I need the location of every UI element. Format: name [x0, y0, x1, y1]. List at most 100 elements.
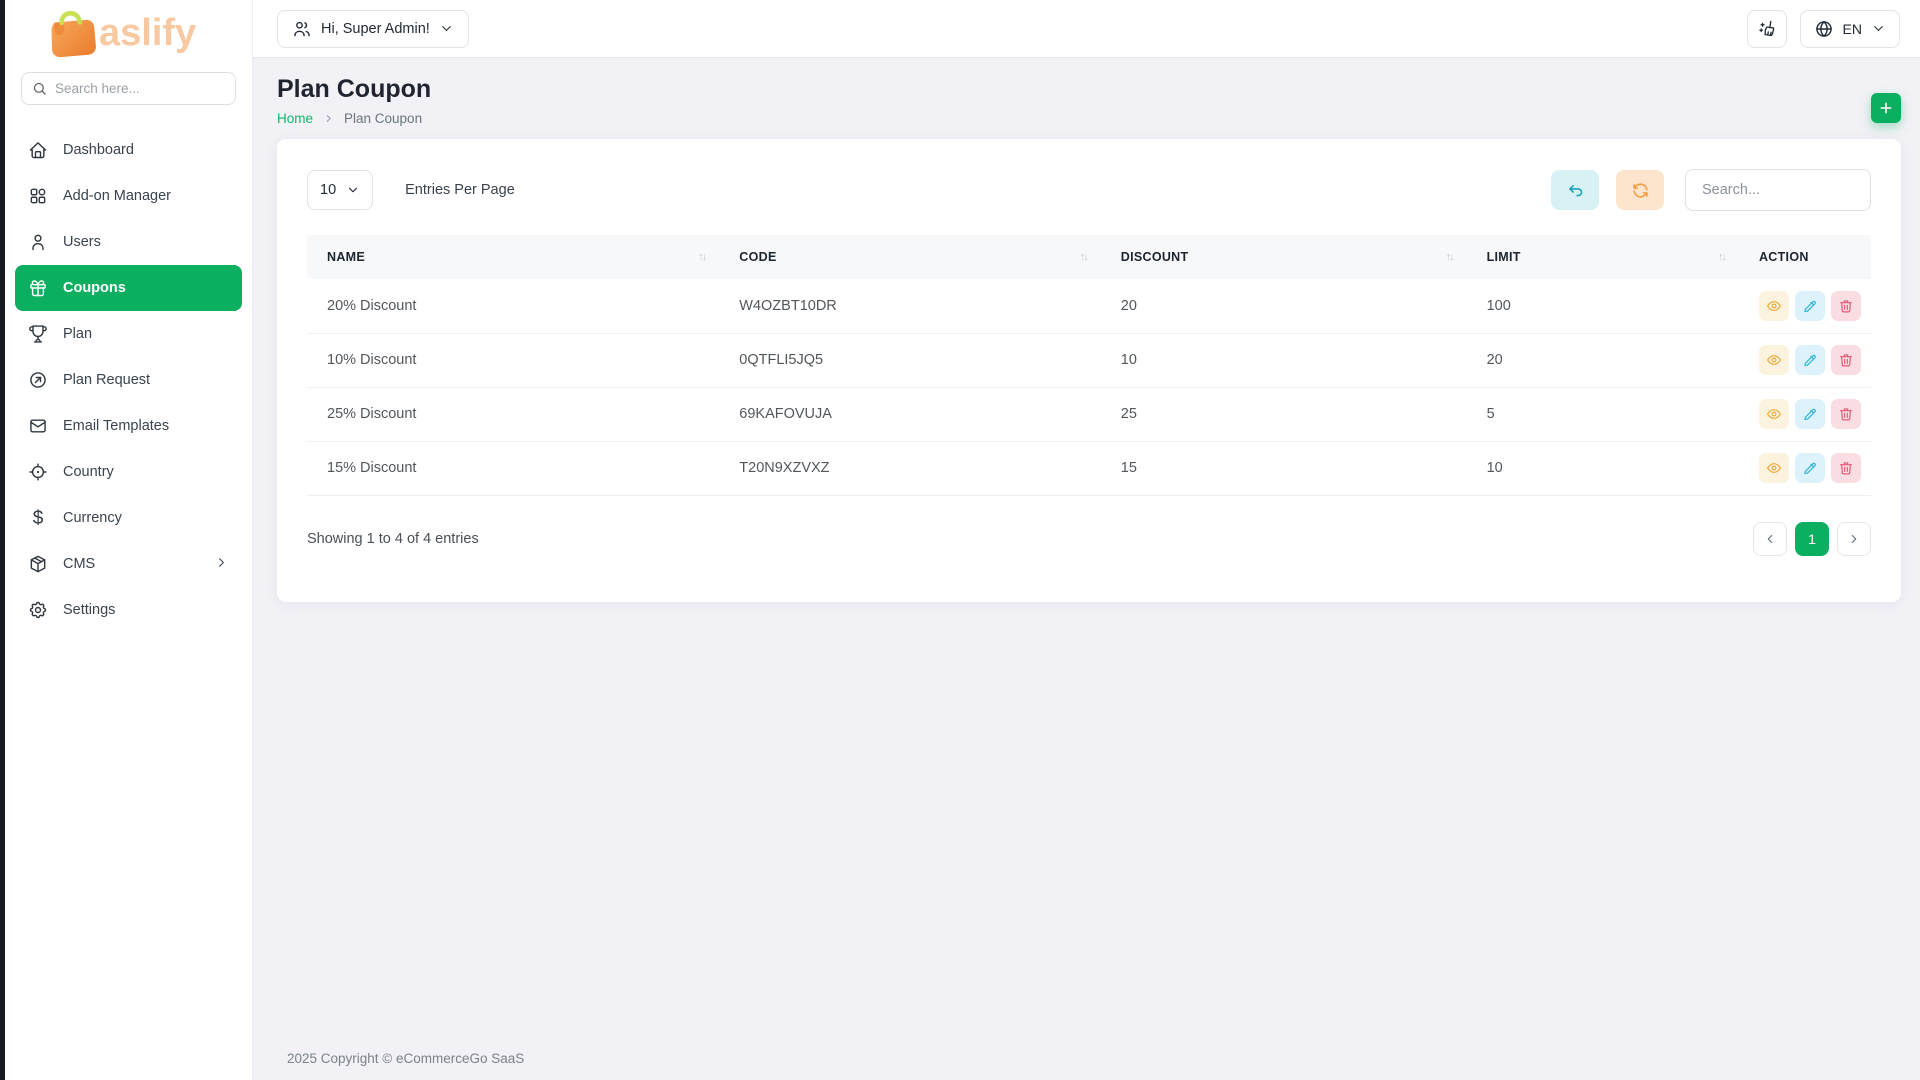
- undo-arrow-icon: [1568, 184, 1582, 196]
- sidebar-item-users[interactable]: Users: [15, 219, 242, 265]
- trash-icon: [1840, 462, 1852, 475]
- pagination-page-1-button[interactable]: 1: [1795, 521, 1829, 556]
- coupon-name-cell: 20% Discount: [307, 279, 720, 334]
- eye-icon: [1767, 355, 1781, 365]
- search-icon: [33, 82, 46, 95]
- view-button[interactable]: [1758, 399, 1789, 429]
- sidebar-item-label: Settings: [63, 602, 116, 618]
- refresh-button[interactable]: [1616, 170, 1664, 210]
- view-button[interactable]: [1758, 290, 1789, 321]
- copyright-footer: 2025 Copyright © eCommerceGo SaaS: [287, 1051, 525, 1066]
- globe-icon: [1815, 20, 1832, 37]
- arrow-up-right-circle-icon: [28, 370, 48, 390]
- sidebar-item-plan[interactable]: Plan: [15, 311, 242, 357]
- edit-button[interactable]: [1794, 290, 1825, 321]
- column-header-name[interactable]: NAME ↑↓: [307, 235, 720, 279]
- delete-button[interactable]: [1830, 290, 1861, 321]
- table-row: 20% Discount W4OZBT10DR 20 100: [307, 279, 1871, 334]
- language-selector[interactable]: EN: [1799, 9, 1900, 48]
- sidebar-item-settings[interactable]: Settings: [15, 587, 242, 633]
- trophy-icon: [28, 324, 48, 344]
- users-group-icon: [294, 21, 310, 36]
- breadcrumb-current: Plan Coupon: [344, 111, 423, 126]
- sidebar-item-label: Plan: [63, 326, 93, 342]
- sort-icon: ↑↓: [1445, 251, 1455, 263]
- sidebar-item-country[interactable]: Country: [15, 449, 242, 495]
- table-row: 25% Discount 69KAFOVUJA 25 5: [307, 387, 1871, 442]
- broom-icon: [1758, 20, 1774, 36]
- pagination-next-button[interactable]: [1837, 521, 1871, 556]
- delete-button[interactable]: [1830, 399, 1861, 429]
- view-button[interactable]: [1758, 453, 1789, 483]
- table-search-input[interactable]: [1685, 169, 1871, 211]
- pencil-icon: [1804, 354, 1816, 366]
- user-greeting: Hi, Super Admin!: [321, 20, 430, 37]
- delete-button[interactable]: [1830, 453, 1861, 483]
- envelope-icon: [28, 416, 48, 436]
- coupons-card: 10 Entries Per Page Search... NAME ↑↓ CO…: [277, 139, 1901, 602]
- view-button[interactable]: [1758, 345, 1789, 375]
- sidebar-item-addon-manager[interactable]: Add-on Manager: [15, 173, 242, 219]
- coupon-name-cell: 10% Discount: [307, 333, 720, 388]
- sidebar-item-email-templates[interactable]: Email Templates: [15, 403, 242, 449]
- content: Plan Coupon Home Plan Coupon 10 Entries …: [253, 58, 1920, 1080]
- coupon-limit-cell: 100: [1466, 279, 1739, 334]
- eye-icon: [1767, 409, 1781, 419]
- sidebar-item-label: Users: [63, 234, 101, 250]
- column-header-code[interactable]: CODE ↑↓: [719, 235, 1101, 279]
- grid-icon: [28, 186, 48, 206]
- entries-per-page-select[interactable]: 10: [307, 170, 374, 210]
- chevron-left-icon: [1767, 534, 1773, 543]
- delete-button[interactable]: [1830, 345, 1861, 375]
- table-controls: 10 Entries Per Page: [277, 139, 1901, 235]
- edit-button[interactable]: [1794, 345, 1825, 375]
- edit-button[interactable]: [1794, 399, 1825, 429]
- plus-icon: [1880, 102, 1892, 113]
- showing-entries-text: Showing 1 to 4 of 4 entries: [307, 530, 479, 547]
- table-footer: Showing 1 to 4 of 4 entries 1: [277, 496, 1901, 602]
- sort-icon: ↑↓: [1717, 251, 1727, 263]
- edit-button[interactable]: [1794, 453, 1825, 483]
- breadcrumb-home-link[interactable]: Home: [277, 111, 313, 126]
- table-row: 15% Discount T20N9XZVXZ 15 10: [307, 441, 1871, 496]
- column-header-discount[interactable]: DISCOUNT ↑↓: [1100, 235, 1467, 279]
- sidebar-item-label: Coupons: [63, 280, 126, 296]
- add-coupon-button[interactable]: [1871, 92, 1901, 123]
- coupon-name-cell: 15% Discount: [307, 441, 720, 496]
- undo-button[interactable]: [1551, 170, 1599, 210]
- topbar: Hi, Super Admin! EN: [253, 0, 1920, 58]
- sort-icon: ↑↓: [698, 251, 707, 263]
- sidebar-item-label: Plan Request: [63, 372, 151, 388]
- coupon-discount-cell: 10: [1100, 333, 1467, 388]
- user-icon: [28, 232, 48, 252]
- trash-icon: [1840, 300, 1852, 313]
- clear-cache-button[interactable]: [1746, 9, 1787, 48]
- sidebar-search-input[interactable]: [55, 81, 225, 96]
- package-icon: [28, 554, 48, 574]
- row-actions: [1758, 345, 1861, 375]
- brand-logo[interactable]: aslify: [5, 0, 252, 62]
- sidebar-item-label: Add-on Manager: [63, 188, 172, 204]
- gear-icon: [28, 600, 48, 620]
- pagination-prev-button[interactable]: [1753, 521, 1787, 556]
- crosshair-icon: [28, 462, 48, 482]
- sidebar: aslify Dashboard Add-on Manager Users: [5, 0, 253, 1080]
- sidebar-item-coupons[interactable]: Coupons: [15, 265, 242, 311]
- column-header-limit[interactable]: LIMIT ↑↓: [1466, 235, 1739, 279]
- coupon-code-cell: W4OZBT10DR: [719, 279, 1101, 334]
- sidebar-item-dashboard[interactable]: Dashboard: [15, 127, 242, 173]
- column-header-action: ACTION: [1738, 235, 1871, 279]
- table-row: 10% Discount 0QTFLI5JQ5 10 20: [307, 333, 1871, 388]
- chevron-down-icon: [442, 26, 451, 31]
- eye-icon: [1767, 300, 1781, 311]
- row-actions: [1758, 453, 1861, 483]
- sidebar-item-label: CMS: [63, 556, 96, 572]
- language-code: EN: [1842, 20, 1862, 37]
- trash-icon: [1840, 354, 1852, 367]
- sidebar-item-plan-request[interactable]: Plan Request: [15, 357, 242, 403]
- sidebar-item-cms[interactable]: CMS: [15, 541, 242, 587]
- user-menu-button[interactable]: Hi, Super Admin!: [277, 9, 469, 48]
- sidebar-item-currency[interactable]: $ Currency: [15, 495, 242, 541]
- page-head: Plan Coupon Home Plan Coupon: [277, 75, 1901, 126]
- table-header-row: NAME ↑↓ CODE ↑↓ DISCOUNT ↑↓ LIMIT ↑↓ ACTION: [307, 235, 1871, 279]
